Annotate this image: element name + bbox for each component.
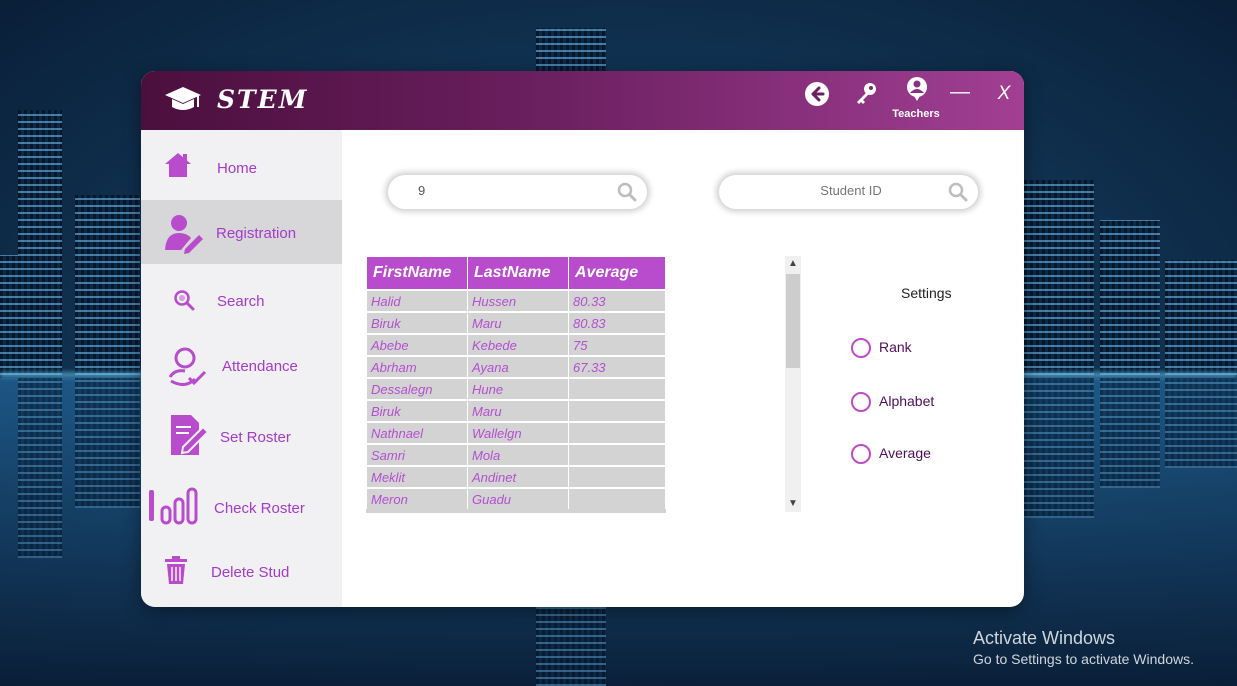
sidebar-item-label: Home	[217, 160, 258, 177]
radio-label: Average	[879, 445, 931, 461]
table-cell[interactable]: Ayana	[467, 355, 569, 379]
app-title: STEM	[217, 85, 309, 114]
app-window: STEM Teachers — X Home Registration Sear…	[141, 71, 1024, 607]
table-row[interactable]: Meron Guadu	[366, 487, 666, 511]
sidebar-item-attendance[interactable]: Attendance	[141, 335, 342, 399]
table-cell[interactable]	[568, 377, 666, 401]
user-role-label: Teachers	[892, 108, 940, 120]
table-cell[interactable]	[568, 487, 666, 511]
sidebar: Home Registration Search Attendance Set …	[141, 130, 342, 607]
column-header-firstname[interactable]: FirstName	[366, 256, 468, 291]
table-row[interactable]: Abebe Kebede 75	[366, 333, 666, 357]
students-table: FirstName LastName Average Halid Hussen 80…	[366, 256, 666, 511]
sidebar-item-home[interactable]: Home	[141, 136, 342, 200]
table-row[interactable]: Halid Hussen 80.33	[366, 289, 666, 313]
table-cell[interactable]: Maru	[467, 311, 569, 335]
table-row[interactable]: Abrham Ayana 67.33	[366, 355, 666, 379]
table-cell[interactable]: Hussen	[467, 289, 569, 313]
table-cell[interactable]: Andinet	[467, 465, 569, 489]
table-bottom-edge	[366, 509, 666, 513]
table-header-row: FirstName LastName Average	[366, 256, 666, 291]
sidebar-item-label: Check Roster	[214, 500, 305, 517]
table-cell[interactable]: Biruk	[366, 399, 468, 423]
sidebar-item-registration[interactable]: Registration	[141, 200, 342, 264]
radio-circle[interactable]	[851, 444, 871, 464]
activate-title: Activate Windows	[973, 628, 1116, 648]
document-edit-icon	[171, 415, 209, 455]
sidebar-item-label: Attendance	[222, 358, 298, 375]
table-row[interactable]: Nathnael Wallelgn	[366, 421, 666, 445]
sidebar-item-label: Registration	[216, 225, 297, 242]
activate-windows-watermark: Activate Windows Go to Settings to activ…	[973, 628, 1194, 667]
table-cell[interactable]: 80.83	[568, 311, 666, 335]
table-row[interactable]: Dessalegn Hune	[366, 377, 666, 401]
table-cell[interactable]: Maru	[467, 399, 569, 423]
table-cell[interactable]: Wallelgn	[467, 421, 569, 445]
close-button[interactable]: X	[994, 83, 1014, 105]
search-icon	[174, 290, 195, 311]
settings-title: Settings	[901, 285, 952, 301]
table-cell[interactable]	[568, 443, 666, 467]
sidebar-item-set-roster[interactable]: Set Roster	[141, 405, 342, 469]
vertical-scrollbar[interactable]: ▲ ▼	[785, 256, 801, 512]
radio-circle[interactable]	[851, 392, 871, 412]
table-cell[interactable]	[568, 465, 666, 489]
table-cell[interactable]: Dessalegn	[366, 377, 468, 401]
sidebar-item-label: Search	[217, 293, 265, 310]
student-id-input[interactable]	[779, 182, 923, 199]
trash-icon	[165, 556, 187, 584]
student-id-search-box	[719, 175, 978, 209]
radio-label: Rank	[879, 339, 912, 355]
column-header-average[interactable]: Average	[568, 256, 666, 291]
table-body: Halid Hussen 80.33 Biruk Maru 80.83 Abebe Kebed…	[366, 289, 666, 511]
attendance-icon	[168, 347, 207, 386]
activate-subtitle: Go to Settings to activate Windows.	[973, 651, 1194, 667]
radio-circle[interactable]	[851, 338, 871, 358]
title-bar: STEM Teachers — X	[141, 71, 1024, 130]
sidebar-item-label: Set Roster	[220, 429, 291, 446]
table-cell[interactable]: Samri	[366, 443, 468, 467]
table-cell[interactable]: Nathnael	[366, 421, 468, 445]
back-arrow-icon[interactable]	[804, 81, 830, 107]
table-cell[interactable]: 75	[568, 333, 666, 357]
minimize-button[interactable]: —	[949, 81, 971, 104]
table-cell[interactable]	[568, 399, 666, 423]
table-cell[interactable]: Mola	[467, 443, 569, 467]
search-icon[interactable]	[617, 182, 637, 202]
user-edit-icon	[165, 215, 203, 254]
column-header-lastname[interactable]: LastName	[467, 256, 569, 291]
table-cell[interactable]: Meron	[366, 487, 468, 511]
radio-label: Alphabet	[879, 393, 935, 409]
table-cell[interactable]: Kebede	[467, 333, 569, 357]
table-row[interactable]: Samri Mola	[366, 443, 666, 467]
table-cell[interactable]: Abebe	[366, 333, 468, 357]
table-row[interactable]: Biruk Maru	[366, 399, 666, 423]
table-row[interactable]: Meklit Andinet	[366, 465, 666, 489]
table-row[interactable]: Biruk Maru 80.83	[366, 311, 666, 335]
name-search-box	[388, 175, 647, 209]
scroll-thumb[interactable]	[786, 274, 800, 368]
sidebar-item-delete-stud[interactable]: Delete Stud	[141, 542, 342, 606]
table-cell[interactable]: Hune	[467, 377, 569, 401]
search-icon[interactable]	[948, 182, 968, 202]
sidebar-item-label: Delete Stud	[211, 564, 290, 581]
scroll-up-arrow-icon[interactable]: ▲	[785, 256, 801, 272]
user-icon[interactable]	[904, 76, 930, 102]
table-cell[interactable]: 80.33	[568, 289, 666, 313]
bar-chart-icon	[149, 487, 198, 525]
sidebar-item-search[interactable]: Search	[141, 270, 342, 334]
table-cell[interactable]: Guadu	[467, 487, 569, 511]
table-cell[interactable]: Biruk	[366, 311, 468, 335]
home-icon	[165, 153, 191, 177]
table-cell[interactable]	[568, 421, 666, 445]
table-cell[interactable]: Abrham	[366, 355, 468, 379]
table-cell[interactable]: Meklit	[366, 465, 468, 489]
table-cell[interactable]: Halid	[366, 289, 468, 313]
table-cell[interactable]: 67.33	[568, 355, 666, 379]
key-icon[interactable]	[853, 81, 879, 107]
search-input[interactable]	[416, 182, 620, 199]
graduation-cap-icon	[165, 87, 201, 110]
sidebar-item-check-roster[interactable]: Check Roster	[141, 475, 342, 539]
scroll-down-arrow-icon[interactable]: ▼	[785, 496, 801, 512]
